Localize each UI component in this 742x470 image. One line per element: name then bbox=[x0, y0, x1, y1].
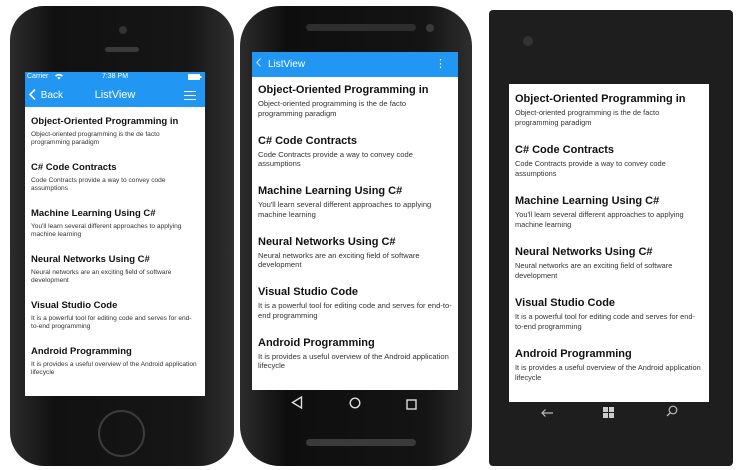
camera bbox=[119, 26, 127, 34]
list-item-description: Object-oriented programming is the de fa… bbox=[258, 99, 407, 118]
list-item-description: Code Contracts provide a way to convey c… bbox=[515, 159, 666, 178]
hamburger-icon[interactable] bbox=[184, 91, 196, 103]
list-item-title: C# Code Contracts bbox=[258, 134, 358, 147]
home-circle-icon[interactable] bbox=[349, 397, 361, 412]
list-item-description: Object-oriented programming is the de fa… bbox=[31, 131, 160, 147]
android-app-bar: ListView ⋮ bbox=[252, 52, 458, 77]
list-item-title: Machine Learning Using C# bbox=[515, 195, 660, 207]
list-item-title: Neural Networks Using C# bbox=[31, 254, 150, 265]
android-screen: ListView ⋮ Object-Oriented Programming i… bbox=[252, 52, 458, 390]
list-item[interactable]: Neural Networks Using C# Neural networks … bbox=[258, 236, 452, 287]
list-item-title: Neural Networks Using C# bbox=[258, 235, 396, 248]
list-item-title: Visual Studio Code bbox=[515, 297, 616, 309]
page-title: ListView bbox=[94, 89, 136, 101]
list-item[interactable]: Visual Studio Code It is a powerful tool … bbox=[31, 300, 199, 346]
list-item-title: Neural Networks Using C# bbox=[515, 246, 653, 258]
list-item-title: C# Code Contracts bbox=[31, 162, 117, 173]
list-item[interactable]: Android Programming It is provides a usef… bbox=[31, 346, 199, 392]
ios-status-bar: Carrier 7:38 PM bbox=[25, 72, 205, 83]
list-item-title: Android Programming bbox=[258, 336, 375, 349]
list-item-description: Code Contracts provide a way to convey c… bbox=[31, 177, 166, 193]
list-item-description: It is a powerful tool for editing code a… bbox=[31, 315, 192, 331]
camera bbox=[426, 24, 434, 32]
windows-logo-icon[interactable] bbox=[603, 406, 614, 421]
list-item[interactable]: Object-Oriented Programming in Object-ori… bbox=[258, 84, 452, 135]
list-item-description: Neural networks are an exciting field of… bbox=[515, 261, 673, 280]
more-vertical-icon[interactable]: ⋮ bbox=[435, 57, 446, 70]
list-item[interactable]: Neural Networks Using C# Neural networks … bbox=[515, 246, 703, 297]
app-bar-title: ListView bbox=[268, 59, 306, 70]
list-item-title: Object-Oriented Programming in bbox=[515, 93, 686, 105]
list-item[interactable]: Object-Oriented Programming in Object-ori… bbox=[515, 93, 703, 144]
back-triangle-icon[interactable] bbox=[291, 395, 303, 412]
earpiece-speaker bbox=[105, 47, 139, 52]
list-item[interactable]: Machine Learning Using C# You'll learn se… bbox=[31, 208, 199, 254]
list-item-title: Android Programming bbox=[515, 348, 632, 360]
list-item-description: You'll learn several different approache… bbox=[515, 210, 684, 229]
list-item[interactable]: Android Programming It is provides a usef… bbox=[258, 337, 452, 388]
list-item-description: Neural networks are an exciting field of… bbox=[258, 250, 420, 270]
recents-square-icon[interactable] bbox=[406, 398, 417, 413]
camera bbox=[523, 36, 533, 46]
list-item-title: Visual Studio Code bbox=[31, 300, 118, 311]
list-item-title: Machine Learning Using C# bbox=[31, 208, 156, 219]
chevron-left-icon[interactable] bbox=[256, 58, 261, 70]
list-item-description: It is provides a useful overview of the … bbox=[258, 351, 449, 371]
list-item-description: Object-oriented programming is the de fa… bbox=[515, 108, 660, 127]
list-item[interactable]: Machine Learning Using C# You'll learn se… bbox=[515, 195, 703, 246]
list-item[interactable]: Object-Oriented Programming in Object-ori… bbox=[31, 116, 199, 162]
list-item-title: Machine Learning Using C# bbox=[258, 185, 403, 197]
list-item-description: You'll learn several different approache… bbox=[31, 223, 182, 239]
list-item-description: Neural networks are an exciting field of… bbox=[31, 269, 172, 285]
list-item-title: Object-Oriented Programming in bbox=[258, 84, 429, 96]
list-item-description: Code Contracts provide a way to convey c… bbox=[258, 149, 413, 169]
list-item[interactable]: C# Code Contracts Code Contracts provide … bbox=[515, 144, 703, 195]
ios-navigation-bar: Back ListView bbox=[25, 83, 205, 107]
home-button[interactable] bbox=[98, 410, 145, 457]
status-time: 7:38 PM bbox=[101, 73, 129, 80]
list-item-title: C# Code Contracts bbox=[515, 144, 615, 156]
list-item[interactable]: Visual Studio Code It is a powerful tool … bbox=[515, 297, 703, 348]
list-item[interactable]: C# Code Contracts Code Contracts provide … bbox=[258, 135, 452, 186]
list-item[interactable]: C# Code Contracts Code Contracts provide … bbox=[31, 162, 199, 208]
list-item[interactable]: Visual Studio Code It is a powerful tool … bbox=[258, 286, 452, 337]
list-view: Object-Oriented Programming in Object-ori… bbox=[252, 77, 458, 387]
ios-screen: Carrier 7:38 PM Back ListView Object-Ori… bbox=[25, 72, 205, 396]
list-item-description: It is a powerful tool for editing code a… bbox=[258, 301, 452, 320]
back-arrow-icon[interactable] bbox=[540, 406, 554, 421]
list-item-description: It is provides a useful overview of the … bbox=[515, 363, 701, 382]
battery-icon bbox=[188, 74, 202, 82]
list-item-description: You'll learn several different approache… bbox=[258, 200, 432, 219]
list-item-title: Visual Studio Code bbox=[258, 286, 359, 298]
list-item-title: Android Programming bbox=[31, 346, 132, 357]
list-view: Object-Oriented Programming in Object-ori… bbox=[509, 84, 709, 399]
list-item[interactable]: Neural Networks Using C# Neural networks … bbox=[31, 254, 199, 300]
list-item[interactable]: Android Programming It is provides a usef… bbox=[515, 348, 703, 399]
search-icon[interactable] bbox=[666, 405, 678, 420]
list-item-description: It is provides a useful overview of the … bbox=[31, 361, 197, 377]
windows-screen: Object-Oriented Programming in Object-ori… bbox=[509, 84, 709, 402]
list-item-description: It is a powerful tool for editing code a… bbox=[515, 312, 695, 331]
bottom-speaker bbox=[306, 439, 416, 446]
list-view: Object-Oriented Programming in Object-ori… bbox=[25, 107, 205, 392]
top-speaker bbox=[306, 24, 416, 31]
list-item-title: Object-Oriented Programming in bbox=[31, 116, 179, 127]
list-item[interactable]: Machine Learning Using C# You'll learn se… bbox=[258, 185, 452, 236]
